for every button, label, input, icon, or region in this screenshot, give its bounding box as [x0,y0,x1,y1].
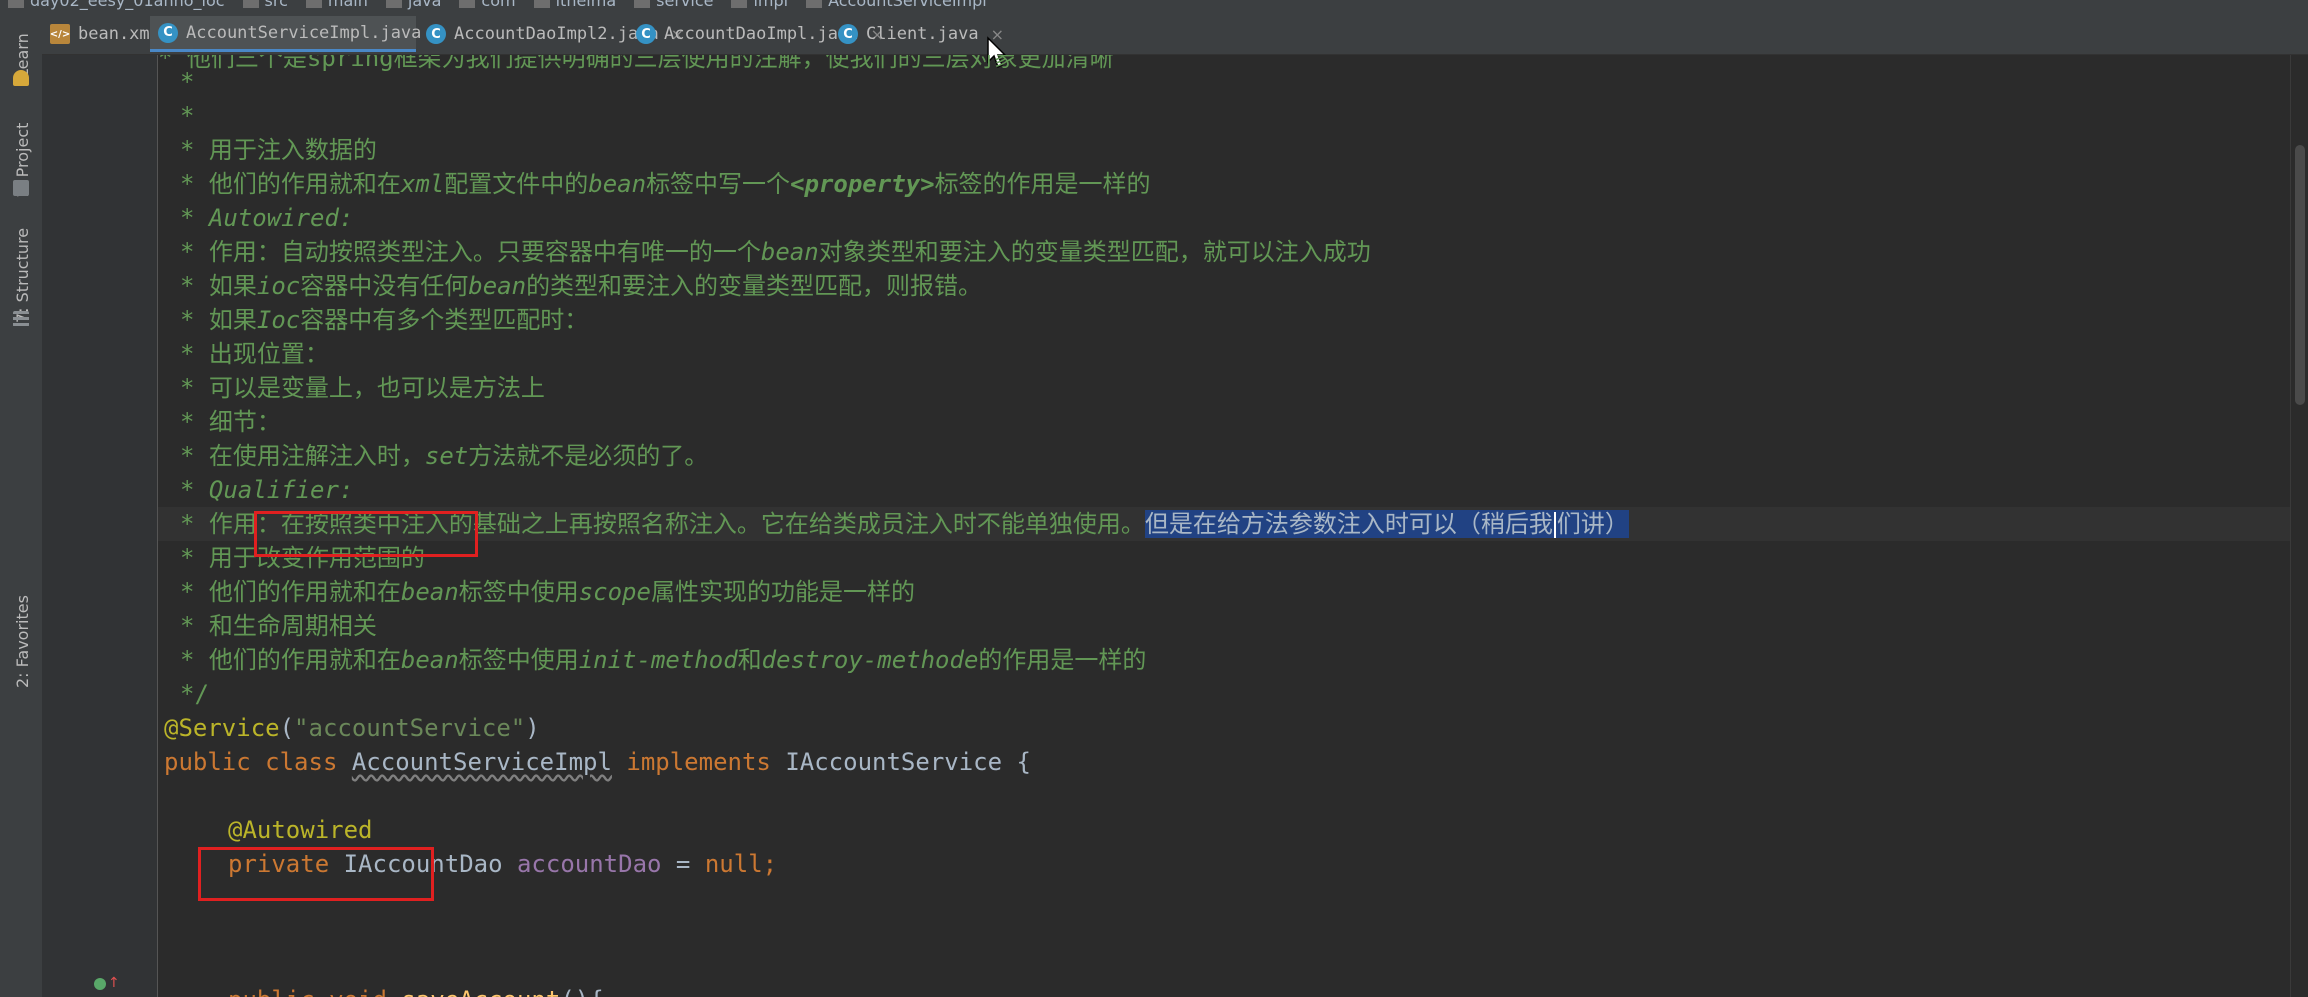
code-line-46: 46 */ [158,677,2308,711]
code-line-32: 32 * Autowired: [158,201,2308,235]
learn-tool-button[interactable]: Learn [4,18,38,98]
favorites-label: 2: Favorites [13,595,32,688]
code-line-41: 41 * 作用：在按照类中注入的基础之上再按照名称注入。它在给类成员注入时不能单… [158,507,2308,541]
code-line-31: 31 * 他们的作用就和在xml配置文件中的bean标签中写一个<propert… [158,167,2308,201]
code-line-50: 50 @Autowired [158,813,2308,847]
code-line-36: 36 * 出现位置： [158,337,2308,371]
xml-file-icon: </> [50,24,70,44]
editor-gutter: ↑ [42,55,158,997]
code-line-43: 43 * 他们的作用就和在bean标签中使用scope属性实现的功能是一样的 [158,575,2308,609]
code-line-37: 37 * 可以是变量上，也可以是方法上 [158,371,2308,405]
code-text: * 如果ioc容器中没有任何bean的类型和要注入的变量类型匹配，则报错。 [180,272,983,300]
code-line-33: 33 * 作用：自动按照类型注入。只要容器中有唯一的一个bean对象类型和要注入… [158,235,2308,269]
breadcrumb-item[interactable]: main [306,0,368,10]
code-line-44: 44 * 和生命周期相关 [158,609,2308,643]
text-selection: 但是在给方法参数注入时可以（稍后我 们讲） [1144,510,1629,538]
code-editor[interactable]: * 他们三个是spring框架为我们提供明确的三层使用的注解，使我们的三层对象更… [158,55,2308,997]
tab-bean-xml[interactable]: </> bean.xml [42,16,160,52]
learn-icon [13,70,29,86]
code-text: */ [180,680,209,708]
implements-method-icon[interactable] [94,978,106,990]
vertical-scrollbar[interactable] [2290,55,2308,997]
code-line-28: 28 * [158,65,2308,99]
scrollbar-thumb[interactable] [2295,145,2305,405]
tab-label: AccountServiceImpl.java [186,22,422,43]
override-arrow-icon[interactable]: ↑ [108,975,120,991]
breadcrumb-item[interactable]: com [459,0,515,10]
code-text: * [180,102,195,130]
code-text: * 作用：在按照类中注入的基础之上再按照名称注入。它在给类成员注入时不能单独使用… [180,510,1629,538]
code-line-52: 52 [158,881,2308,915]
code-line-34: 34 * 如果ioc容器中没有任何bean的类型和要注入的变量类型匹配，则报错。 [158,269,2308,303]
code-line-39: 39 * 在使用注解注入时，set方法就不是必须的了。 [158,439,2308,473]
code-text: * 和生命周期相关 [180,612,377,640]
code-text: * Qualifier: [180,476,354,504]
breadcrumb-item[interactable]: AccountServiceImpl [806,0,987,10]
code-text: * 他们的作用就和在bean标签中使用init-method和destroy-m… [180,646,1147,674]
code-line-29: 29 * [158,99,2308,133]
folder-icon [13,180,29,196]
code-text: * 他们的作用就和在xml配置文件中的bean标签中写一个<property>标… [180,170,1151,198]
favorites-tool-button[interactable]: 2: Favorites [4,592,38,692]
code-text: * 他们的作用就和在bean标签中使用scope属性实现的功能是一样的 [180,578,915,606]
code-line-42: 42 * 用于改变作用范围的 [158,541,2308,575]
breadcrumb: day02_eesy_01anno_ioc src main java com ithei… [0,0,2308,14]
code-line-45: 45 * 他们的作用就和在bean标签中使用init-method和destro… [158,643,2308,677]
java-class-icon: C [636,24,656,44]
code-text: * 在使用注解注入时，set方法就不是必须的了。 [180,442,709,470]
code-line-40: 40 * Qualifier: [158,473,2308,507]
tab-client[interactable]: C Client.java × [830,16,1012,52]
code-text: * Autowired: [180,204,354,232]
code-line-53: 53 [158,915,2308,949]
breadcrumb-item[interactable]: service [634,0,713,10]
project-tool-button[interactable]: 1: Project [4,100,38,210]
code-text: @Service("accountService") [164,714,540,742]
structure-label: 7: Structure [13,227,32,323]
code-text: * 用于改变作用范围的 [180,544,425,572]
code-text: * 作用：自动按照类型注入。只要容器中有唯一的一个bean对象类型和要注入的变量… [180,238,1371,266]
code-text: @Autowired [228,816,373,844]
breadcrumb-item[interactable]: itheima [534,0,617,10]
code-line-38: 38 * 细节： [158,405,2308,439]
code-text: public void saveAccount(){ [228,983,604,997]
tab-label: bean.xml [78,24,160,44]
code-line-49: 49 [158,779,2308,813]
text-caret [1553,512,1556,538]
code-text: public class AccountServiceImpl implemen… [164,748,1031,776]
code-text: * 用于注入数据的 [180,136,377,164]
code-line-54: 54 [158,949,2308,983]
java-class-icon: C [158,22,178,43]
tab-account-dao-impl[interactable]: C AccountDaoImpl.java × [628,16,884,52]
breadcrumb-item[interactable]: day02_eesy_01anno_ioc [8,0,225,10]
code-text: * [180,68,195,96]
tab-account-service-impl[interactable]: C AccountServiceImpl.java × [150,16,447,52]
code-text: * 细节： [180,408,281,436]
code-line-51: 51 private IAccountDao accountDao = null… [158,847,2308,881]
java-class-icon: C [838,24,858,44]
tool-window-strip: Learn 1: Project 7: Structure 2: Favorit… [0,14,43,997]
code-text: * 出现位置： [180,340,329,368]
tab-account-dao-impl2[interactable]: C AccountDaoImpl2.java × [418,16,684,52]
code-line-55: 55 public void saveAccount(){ [158,983,2308,997]
code-text: * 可以是变量上，也可以是方法上 [180,374,545,402]
code-line-35: 35 * 如果Ioc容器中有多个类型匹配时： [158,303,2308,337]
java-class-icon: C [426,24,446,44]
breadcrumb-item[interactable]: impl [731,0,788,10]
code-line-30: 30 * 用于注入数据的 [158,133,2308,167]
editor-tab-bar: </> bean.xml C AccountServiceImpl.java ×… [42,14,2308,55]
code-text: * 如果Ioc容器中有多个类型匹配时： [180,306,589,334]
structure-icon [13,311,29,327]
breadcrumb-item[interactable]: src [243,0,288,10]
code-text: private IAccountDao accountDao = null; [228,850,778,878]
tab-label: Client.java [866,24,979,44]
structure-tool-button[interactable]: 7: Structure [4,219,38,349]
breadcrumb-item[interactable]: java [386,0,442,10]
code-line-48: 48 public class AccountServiceImpl imple… [158,745,2308,779]
code-line-47: 47 @Service("accountService") [158,711,2308,745]
